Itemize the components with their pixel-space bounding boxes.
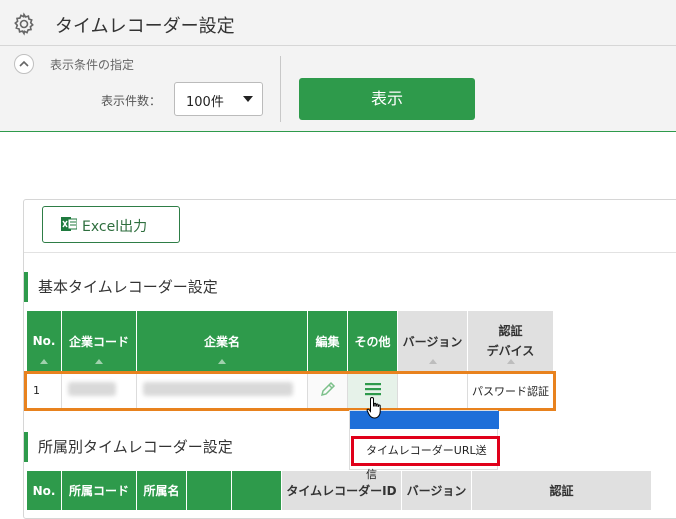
column-header-no[interactable]: No. (26, 310, 62, 372)
table-header-row: No. 所属コード 所属名 タイムレコーダーID バージョン 認証 (26, 470, 652, 511)
column-header-company-code[interactable]: 企業コード (61, 310, 137, 372)
cell-auth-device: パスワード認証 (467, 371, 554, 410)
hamburger-menu-icon (364, 383, 381, 396)
cell-company-name (136, 371, 308, 410)
hand-cursor-icon (366, 396, 381, 419)
gear-icon (14, 12, 34, 36)
table-header-row: No. 企業コード 企業名 編集 その他 バージョン 認証 デバイス (26, 310, 554, 372)
section-heading-basic: 基本タイムレコーダー設定 (24, 272, 218, 302)
cell-version (397, 371, 468, 410)
chevron-up-icon[interactable] (14, 54, 34, 74)
title-bar: タイムレコーダー設定 (0, 0, 676, 46)
section-heading-department: 所属別タイムレコーダー設定 (24, 432, 233, 462)
column-header-other: その他 (347, 310, 398, 372)
column-header-recorder-id[interactable]: タイムレコーダーID (281, 470, 402, 511)
excel-icon (61, 217, 77, 231)
page-title: タイムレコーダー設定 (55, 16, 235, 37)
pencil-icon (320, 381, 335, 397)
table-row[interactable]: 1 パスワード認証 (26, 371, 554, 410)
column-header-version[interactable]: バージョン (397, 310, 468, 372)
count-select-value: 100件 (186, 95, 224, 110)
filter-title: 表示条件の指定 (50, 58, 135, 72)
count-label: 表示件数： (101, 94, 162, 108)
column-header-dept-code[interactable]: 所属コード (61, 470, 137, 511)
divider (280, 56, 281, 122)
column-header-auth[interactable]: 認証 (471, 470, 652, 511)
excel-export-button[interactable]: Excel出力 (42, 206, 180, 243)
count-select[interactable]: 100件 (174, 82, 263, 116)
column-header-auth-device[interactable]: 認証 デバイス (467, 310, 554, 372)
show-button[interactable]: 表示 (299, 78, 475, 120)
department-recorder-table: No. 所属コード 所属名 タイムレコーダーID バージョン 認証 (26, 470, 652, 511)
excel-export-label: Excel出力 (82, 219, 148, 235)
cell-no: 1 (26, 371, 62, 410)
cell-company-code (61, 371, 137, 410)
column-header-dept-name[interactable]: 所属名 (136, 470, 187, 511)
edit-button[interactable] (307, 371, 348, 410)
column-header-no[interactable]: No. (26, 470, 62, 511)
caret-down-icon (243, 96, 253, 102)
basic-recorder-table: No. 企業コード 企業名 編集 その他 バージョン 認証 デバイス 1 パスワ… (26, 310, 554, 410)
column-header-company-name[interactable]: 企業名 (136, 310, 308, 372)
column-header-version[interactable]: バージョン (401, 470, 472, 511)
divider (24, 252, 676, 253)
send-recorder-url-menu-item[interactable]: タイムレコーダーURL送信 (351, 436, 500, 481)
filter-panel: 表示条件の指定 表示件数： 100件 表示 (0, 46, 676, 132)
column-header-blank-1 (186, 470, 232, 511)
column-header-edit: 編集 (307, 310, 348, 372)
column-header-blank-2 (231, 470, 282, 511)
